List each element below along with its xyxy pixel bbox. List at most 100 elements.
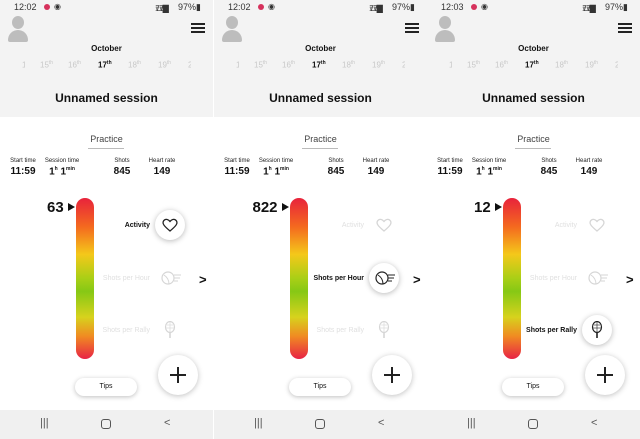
hamburger-menu-icon[interactable] — [618, 23, 632, 33]
hamburger-menu-icon[interactable] — [405, 23, 419, 33]
date-item[interactable]: 19th — [372, 60, 385, 70]
heart-icon[interactable] — [155, 210, 185, 240]
metric-label[interactable]: Shots per Rally — [507, 327, 577, 334]
date-item[interactable]: 18th — [555, 60, 568, 70]
metric-label[interactable]: Shots per Rally — [80, 327, 150, 334]
metric-label[interactable]: Shots per Hour — [294, 275, 364, 282]
heart-icon[interactable] — [369, 210, 399, 240]
avatar-body — [8, 30, 28, 42]
avatar-body — [222, 30, 242, 42]
signal-icon: ᮾ▇ — [369, 4, 383, 13]
stat-label: Start time — [437, 158, 463, 164]
home-icon[interactable] — [101, 419, 111, 429]
metric-label[interactable]: Shots per Hour — [80, 275, 150, 282]
hamburger-menu-icon[interactable] — [191, 23, 205, 33]
chevron-right-icon[interactable]: > — [413, 272, 421, 287]
user-avatar-icon[interactable] — [8, 16, 28, 42]
stat-block: Session time 1h 1min — [254, 158, 298, 177]
tips-button[interactable]: Tips — [289, 378, 351, 396]
home-icon[interactable] — [315, 419, 325, 429]
back-icon[interactable]: < — [164, 417, 170, 429]
date-item[interactable]: 20th — [402, 60, 405, 70]
date-item[interactable]: 17th — [525, 60, 539, 70]
date-item[interactable]: 15th — [254, 60, 267, 70]
date-item[interactable]: 14th — [22, 60, 25, 70]
date-strip[interactable]: 14th 15th 16th 17th 18th 19th 20th — [214, 60, 427, 72]
date-suffix: th — [136, 60, 142, 66]
date-item[interactable]: 16th — [495, 60, 508, 70]
date-strip[interactable]: 14th 15th 16th 17th 18th 19th 20th — [427, 60, 640, 72]
date-strip[interactable]: 14th15th16th17th18th19th20th — [0, 60, 213, 72]
metric-label[interactable]: Activity — [294, 222, 364, 229]
gauge-value: 12 — [474, 199, 491, 216]
date-item[interactable]: 19th — [158, 60, 171, 70]
stat-block: Heart rate 149 — [354, 158, 398, 177]
date-item[interactable]: 20th — [615, 60, 618, 70]
metric-label[interactable]: Shots per Hour — [507, 275, 577, 282]
stat-value: 11:59 — [10, 166, 36, 177]
tennis-ball-speed-icon[interactable] — [582, 263, 612, 293]
session-title[interactable]: Unnamed session — [214, 91, 427, 105]
date-item[interactable]: 14th — [236, 60, 239, 70]
date-item[interactable]: 16th — [282, 60, 295, 70]
recent-apps-icon[interactable]: ||| — [40, 417, 49, 429]
user-avatar-icon[interactable] — [435, 16, 455, 42]
menu-line — [191, 23, 205, 25]
racket-icon[interactable] — [155, 315, 185, 345]
metric-label[interactable]: Activity — [80, 222, 150, 229]
date-item[interactable]: 14th — [449, 60, 452, 70]
session-title[interactable]: Unnamed session — [427, 91, 640, 105]
date-item[interactable]: 15th — [40, 60, 53, 70]
tennis-ball-speed-icon[interactable] — [155, 263, 185, 293]
date-item[interactable]: 16th — [68, 60, 81, 70]
add-button[interactable] — [158, 355, 198, 395]
date-item[interactable]: 18th — [342, 60, 355, 70]
user-avatar-icon[interactable] — [222, 16, 242, 42]
avatar-head — [12, 16, 24, 29]
mode-label[interactable]: Practice — [214, 134, 427, 144]
metric-label[interactable]: Activity — [507, 222, 577, 229]
date-item[interactable]: 17th — [98, 60, 112, 70]
stat-block: Session time 1h 1min — [40, 158, 84, 177]
record-indicator-icon — [258, 4, 264, 10]
chevron-right-icon[interactable]: > — [199, 272, 207, 287]
add-button[interactable] — [585, 355, 625, 395]
racket-icon[interactable] — [582, 315, 612, 345]
plus-icon — [177, 367, 179, 383]
menu-line — [618, 31, 632, 33]
date-item[interactable]: 17th — [312, 60, 326, 70]
date-item[interactable]: 19th — [585, 60, 598, 70]
date-item[interactable]: 15th — [467, 60, 480, 70]
chevron-right-icon[interactable]: > — [626, 272, 634, 287]
recent-apps-icon[interactable]: ||| — [467, 417, 476, 429]
date-suffix: th — [76, 60, 82, 66]
racket-icon[interactable] — [369, 315, 399, 345]
tennis-ball-speed-icon[interactable] — [369, 263, 399, 293]
stat-label: Heart rate — [148, 158, 176, 164]
date-item[interactable]: 18th — [128, 60, 141, 70]
menu-line — [191, 31, 205, 33]
date-suffix: th — [166, 60, 172, 66]
recent-apps-icon[interactable]: ||| — [254, 417, 263, 429]
back-icon[interactable]: < — [591, 417, 597, 429]
date-item[interactable]: 20th — [188, 60, 191, 70]
date-suffix: th — [503, 60, 509, 66]
home-icon[interactable] — [528, 419, 538, 429]
status-bar: 12:02 ◉ ᮾ▇ 97%▮ — [0, 0, 213, 14]
tips-button[interactable]: Tips — [502, 378, 564, 396]
date-day: 20 — [188, 60, 191, 70]
back-icon[interactable]: < — [378, 417, 384, 429]
tips-button[interactable]: Tips — [75, 378, 137, 396]
stat-label: Heart rate — [575, 158, 603, 164]
mode-label[interactable]: Practice — [427, 134, 640, 144]
mode-label[interactable]: Practice — [0, 134, 213, 144]
gauge-value: 63 — [47, 199, 64, 216]
date-day: 16 — [282, 60, 291, 70]
stat-label: Session time — [258, 158, 294, 164]
add-button[interactable] — [372, 355, 412, 395]
metric-label[interactable]: Shots per Rally — [294, 327, 364, 334]
session-title[interactable]: Unnamed session — [0, 91, 213, 105]
menu-line — [618, 27, 632, 29]
heart-icon[interactable] — [582, 210, 612, 240]
status-time: 12:03 — [441, 2, 464, 12]
